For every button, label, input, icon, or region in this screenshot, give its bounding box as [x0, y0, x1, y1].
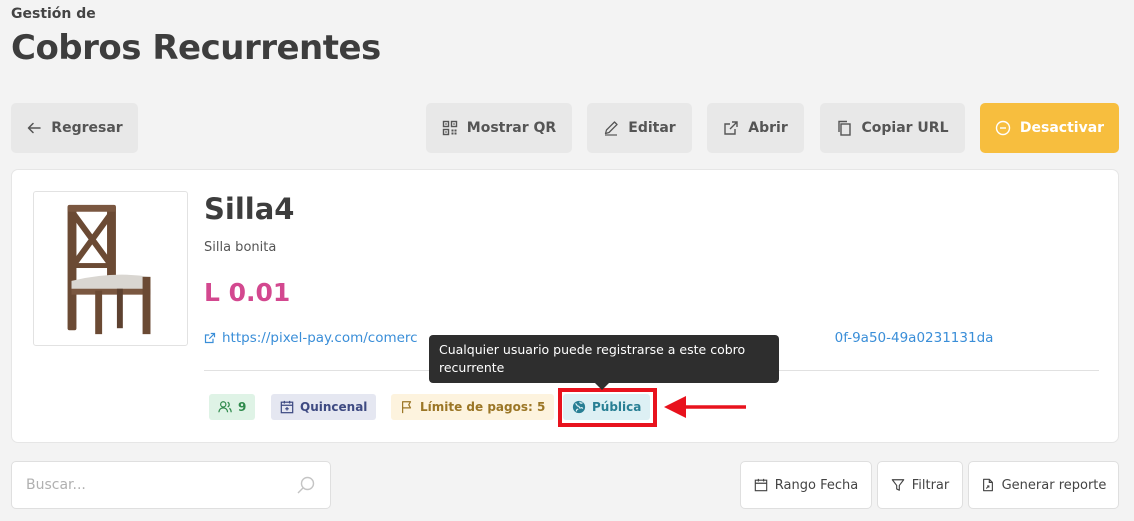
back-button-label: Regresar	[51, 120, 123, 136]
payment-limit-label: Límite de pagos: 5	[420, 400, 546, 414]
copy-icon	[838, 120, 852, 136]
show-qr-label: Mostrar QR	[466, 120, 557, 136]
users-icon	[218, 401, 232, 413]
external-link-icon	[724, 121, 738, 135]
open-button[interactable]: Abrir	[707, 103, 804, 153]
generate-report-button[interactable]: Generar reporte	[968, 461, 1119, 509]
product-description: Silla bonita	[204, 240, 277, 255]
arrow-left-icon	[28, 122, 42, 134]
pencil-icon	[605, 121, 618, 136]
visibility-tooltip: Cualquier usuario puede registrarse a es…	[429, 335, 779, 383]
back-button[interactable]: Regresar	[11, 103, 138, 153]
frequency-label: Quincenal	[300, 400, 368, 414]
chair-illustration	[67, 204, 151, 335]
filter-label: Filtrar	[911, 477, 950, 493]
edit-button-label: Editar	[628, 120, 676, 136]
product-link-start: https://pixel-pay.com/comerc	[222, 330, 418, 346]
generate-report-label: Generar reporte	[1001, 477, 1107, 493]
subscribers-count: 9	[238, 400, 247, 414]
filter-button[interactable]: Filtrar	[877, 461, 963, 509]
filter-icon	[891, 479, 904, 491]
minus-circle-icon	[995, 120, 1011, 136]
date-range-label: Rango Fecha	[774, 477, 859, 493]
deactivate-label: Desactivar	[1019, 120, 1105, 136]
open-button-label: Abrir	[748, 120, 788, 136]
tooltip-text: Cualquier usuario puede registrarse a es…	[439, 342, 746, 375]
search-box[interactable]	[11, 461, 331, 509]
product-name: Silla4	[204, 192, 295, 226]
external-link-icon	[204, 332, 216, 344]
product-image	[33, 191, 188, 346]
copy-url-button[interactable]: Copiar URL	[820, 103, 965, 153]
page-title: Cobros Recurrentes	[11, 28, 381, 68]
edit-button[interactable]: Editar	[587, 103, 692, 153]
product-link-end: 0f-9a50-49a0231131da	[834, 330, 994, 346]
calendar-icon	[280, 400, 294, 414]
date-range-button[interactable]: Rango Fecha	[740, 461, 872, 509]
calendar-icon	[754, 478, 768, 492]
subscribers-badge: 9	[209, 394, 256, 420]
highlight-box	[558, 388, 657, 427]
product-card: Silla4 Silla bonita L 0.01 https://pixel…	[11, 169, 1119, 443]
product-price: L 0.01	[204, 278, 291, 307]
deactivate-button[interactable]: Desactivar	[980, 103, 1119, 153]
report-icon	[982, 478, 993, 492]
show-qr-button[interactable]: Mostrar QR	[426, 103, 572, 153]
red-arrow-annotation	[664, 396, 746, 418]
search-input[interactable]	[26, 477, 296, 493]
page-pretitle: Gestión de	[11, 6, 96, 22]
tooltip-arrow	[595, 383, 609, 390]
flag-icon	[402, 401, 412, 414]
frequency-badge: Quincenal	[271, 394, 377, 420]
qr-code-icon	[442, 120, 457, 136]
search-icon	[297, 476, 315, 494]
payment-limit-badge: Límite de pagos: 5	[391, 394, 555, 420]
copy-url-label: Copiar URL	[861, 120, 949, 136]
